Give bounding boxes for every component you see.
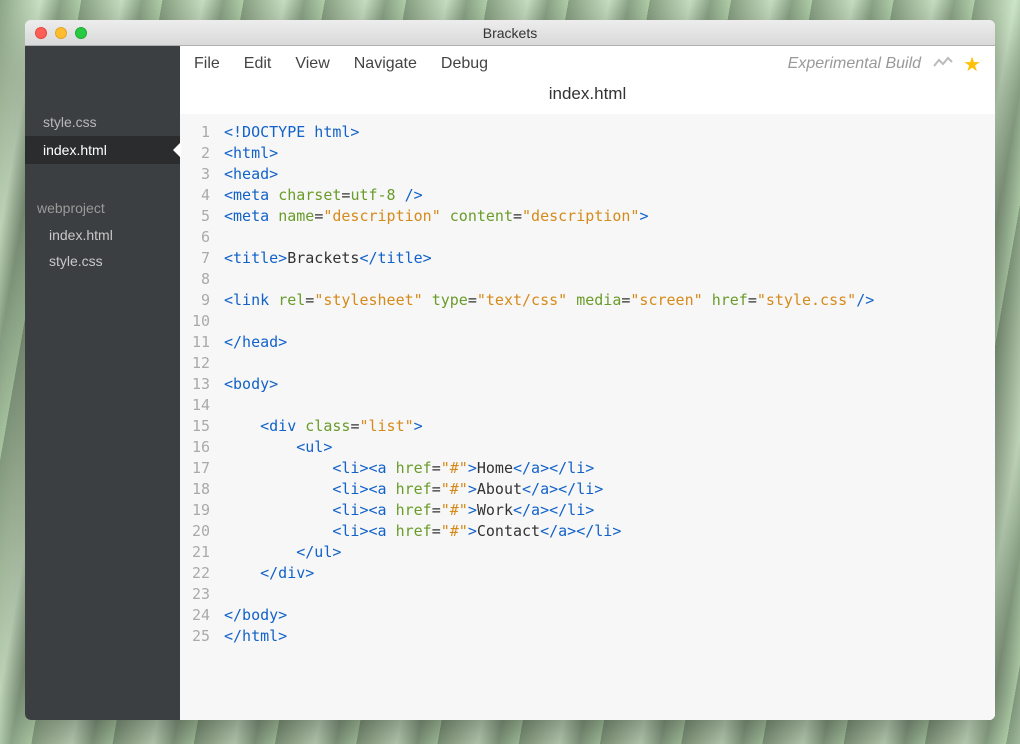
code-line[interactable]: 22 </div> <box>180 563 995 584</box>
code-line[interactable]: 23 <box>180 584 995 605</box>
line-number: 11 <box>180 332 224 353</box>
line-number: 24 <box>180 605 224 626</box>
main-panel: File Edit View Navigate Debug Experimental B… <box>180 46 995 720</box>
code-line[interactable]: 13<body> <box>180 374 995 395</box>
code-line[interactable]: 12 <box>180 353 995 374</box>
code-line[interactable]: 15 <div class="list"> <box>180 416 995 437</box>
code-line[interactable]: 17 <li><a href="#">Home</a></li> <box>180 458 995 479</box>
menubar: File Edit View Navigate Debug Experimental B… <box>180 46 995 82</box>
line-number: 1 <box>180 122 224 143</box>
code-line[interactable]: 3<head> <box>180 164 995 185</box>
code-line[interactable]: 24</body> <box>180 605 995 626</box>
close-icon[interactable] <box>35 27 47 39</box>
code-line[interactable]: 11</head> <box>180 332 995 353</box>
project-name[interactable]: webproject <box>25 194 180 222</box>
menu-navigate[interactable]: Navigate <box>354 55 417 72</box>
line-number: 14 <box>180 395 224 416</box>
star-icon[interactable]: ★ <box>963 52 981 77</box>
line-number: 4 <box>180 185 224 206</box>
line-number: 8 <box>180 269 224 290</box>
line-number: 15 <box>180 416 224 437</box>
code-line[interactable]: 8 <box>180 269 995 290</box>
line-number: 20 <box>180 521 224 542</box>
line-number: 18 <box>180 479 224 500</box>
menu-view[interactable]: View <box>295 55 329 72</box>
open-file-item[interactable]: style.css <box>25 108 180 136</box>
code-line[interactable]: 9<link rel="stylesheet" type="text/css" … <box>180 290 995 311</box>
line-number: 12 <box>180 353 224 374</box>
code-line[interactable]: 7<title>Brackets</title> <box>180 248 995 269</box>
line-number: 6 <box>180 227 224 248</box>
zoom-icon[interactable] <box>75 27 87 39</box>
current-file-label: index.html <box>180 82 995 114</box>
code-line[interactable]: 10 <box>180 311 995 332</box>
open-file-item[interactable]: index.html <box>25 136 180 164</box>
line-number: 19 <box>180 500 224 521</box>
code-line[interactable]: 1<!DOCTYPE html> <box>180 122 995 143</box>
line-number: 16 <box>180 437 224 458</box>
project-file-item[interactable]: style.css <box>25 248 180 274</box>
line-number: 5 <box>180 206 224 227</box>
minimize-icon[interactable] <box>55 27 67 39</box>
sidebar: style.cssindex.html webproject index.htm… <box>25 46 180 720</box>
code-line[interactable]: 21 </ul> <box>180 542 995 563</box>
app-window: Brackets style.cssindex.html webproject … <box>25 20 995 720</box>
menu-edit[interactable]: Edit <box>244 55 272 72</box>
code-line[interactable]: 16 <ul> <box>180 437 995 458</box>
line-number: 9 <box>180 290 224 311</box>
line-number: 21 <box>180 542 224 563</box>
window-title: Brackets <box>25 25 995 41</box>
code-line[interactable]: 5<meta name="description" content="descr… <box>180 206 995 227</box>
code-line[interactable]: 6 <box>180 227 995 248</box>
line-number: 7 <box>180 248 224 269</box>
code-editor[interactable]: 1<!DOCTYPE html>2<html>3<head>4<meta cha… <box>180 114 995 720</box>
titlebar[interactable]: Brackets <box>25 20 995 46</box>
code-line[interactable]: 20 <li><a href="#">Contact</a></li> <box>180 521 995 542</box>
line-number: 23 <box>180 584 224 605</box>
menu-debug[interactable]: Debug <box>441 55 488 72</box>
traffic-lights <box>25 27 87 39</box>
code-line[interactable]: 4<meta charset=utf-8 /> <box>180 185 995 206</box>
project-file-item[interactable]: index.html <box>25 222 180 248</box>
line-number: 10 <box>180 311 224 332</box>
line-number: 13 <box>180 374 224 395</box>
menu-file[interactable]: File <box>194 55 220 72</box>
line-number: 2 <box>180 143 224 164</box>
code-line[interactable]: 25</html> <box>180 626 995 647</box>
line-number: 25 <box>180 626 224 647</box>
line-number: 22 <box>180 563 224 584</box>
line-number: 3 <box>180 164 224 185</box>
code-line[interactable]: 2<html> <box>180 143 995 164</box>
code-line[interactable]: 18 <li><a href="#">About</a></li> <box>180 479 995 500</box>
experimental-build-label: Experimental Build <box>788 55 921 73</box>
code-line[interactable]: 19 <li><a href="#">Work</a></li> <box>180 500 995 521</box>
line-number: 17 <box>180 458 224 479</box>
code-line[interactable]: 14 <box>180 395 995 416</box>
live-preview-icon[interactable] <box>933 54 953 75</box>
